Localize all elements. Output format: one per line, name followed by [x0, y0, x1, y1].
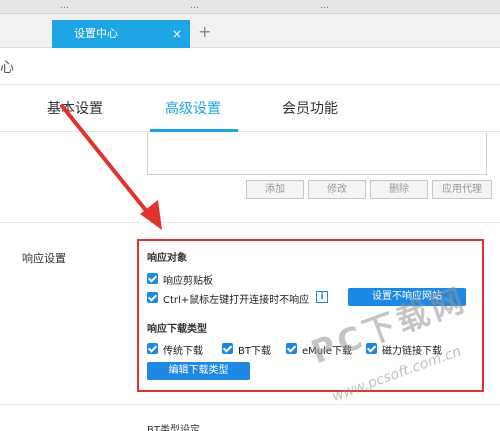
- download-types-header: 响应下载类型: [147, 324, 207, 335]
- settings-nav: 基本设置 高级设置 会员功能: [0, 86, 500, 132]
- clipboard-label: 响应剪贴板: [163, 276, 213, 287]
- type-checkbox-bt[interactable]: [222, 343, 233, 354]
- browser-tab-previous[interactable]: …: [190, 0, 199, 13]
- edit-proxy-button[interactable]: 修改: [308, 180, 366, 199]
- add-proxy-button[interactable]: 添加: [246, 180, 304, 199]
- clipboard-checkbox[interactable]: [147, 273, 158, 284]
- browser-tab-strip: … … … 设置中心 × +: [0, 0, 500, 48]
- browser-tab-previous[interactable]: …: [60, 0, 69, 13]
- tab-basic-settings[interactable]: 基本设置: [47, 98, 103, 118]
- type-checkbox-traditional[interactable]: [147, 343, 158, 354]
- section-label-response: 响应设置: [22, 252, 66, 265]
- apply-proxy-button[interactable]: 应用代理: [432, 180, 492, 199]
- proxy-list[interactable]: [147, 133, 487, 175]
- info-icon[interactable]: i: [316, 291, 328, 303]
- tab-member-features[interactable]: 会员功能: [282, 98, 338, 118]
- response-object-header: 响应对象: [147, 253, 187, 264]
- type-label-bt: BT下载: [238, 346, 271, 357]
- tab-advanced-settings[interactable]: 高级设置: [165, 98, 221, 118]
- new-tab-icon[interactable]: +: [198, 22, 211, 42]
- type-label-traditional: 传统下载: [163, 346, 203, 357]
- section-divider-bottom: [0, 404, 500, 405]
- tab-title: 设置中心: [74, 27, 118, 40]
- active-tab-indicator: [150, 129, 238, 132]
- section-divider: [0, 222, 500, 223]
- browser-tab-previous[interactable]: …: [320, 0, 329, 13]
- address-bar: 心: [0, 49, 500, 85]
- bt-type-section-label: BT类型设定: [147, 425, 200, 431]
- ctrl-click-label: Ctrl+鼠标左键打开连接时不响应: [163, 295, 310, 306]
- edit-download-types-button[interactable]: 编辑下载类型: [147, 362, 250, 380]
- ctrl-click-checkbox[interactable]: [147, 292, 158, 303]
- tab-settings-center[interactable]: 设置中心 ×: [52, 20, 190, 48]
- close-icon[interactable]: ×: [172, 20, 182, 48]
- type-checkbox-emule[interactable]: [286, 343, 297, 354]
- delete-proxy-button[interactable]: 删除: [370, 180, 428, 199]
- address-text-fragment: 心: [0, 60, 14, 76]
- previous-tabs-row: … … …: [0, 0, 500, 14]
